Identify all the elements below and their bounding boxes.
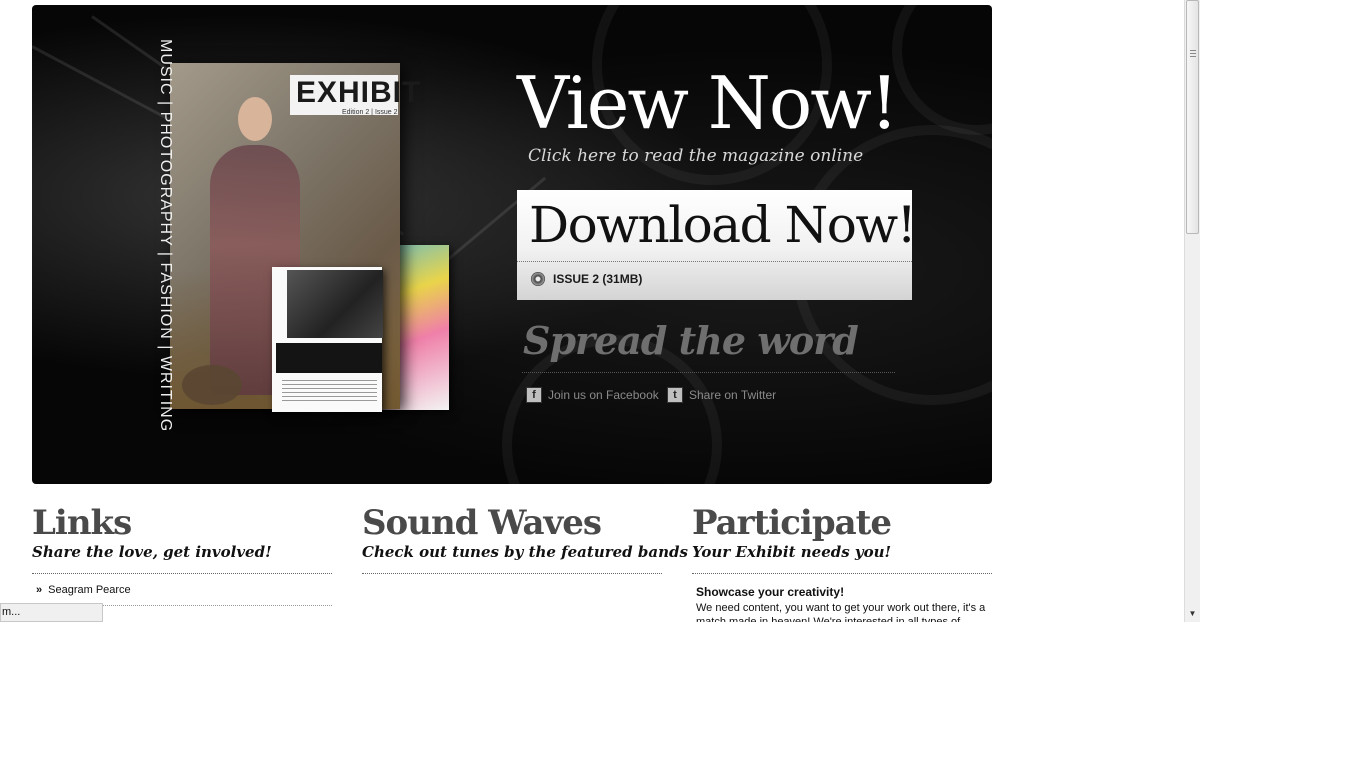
disc-icon (531, 272, 545, 286)
double-chevron-icon: » (36, 584, 43, 596)
cover-hen (182, 365, 242, 405)
grip-line (1190, 50, 1196, 51)
twitter-icon: t (667, 387, 683, 403)
sound-waves-column: Sound Waves Check out tunes by the featu… (362, 503, 688, 574)
spine-label: MUSIC | PHOTOGRAPHY | FASHION | WRITING (157, 39, 174, 433)
spread-the-word-heading: Spread the word (523, 318, 859, 363)
scroll-down-arrow-icon[interactable]: ▼ (1185, 606, 1200, 622)
sound-waves-subtitle: Check out tunes by the featured bands (362, 543, 688, 561)
links-subtitle: Share the love, get involved! (32, 543, 272, 561)
facebook-link[interactable]: f Join us on Facebook (526, 387, 659, 403)
insert-text-lines (282, 380, 377, 404)
scrollbar-thumb[interactable] (1186, 0, 1199, 234)
download-divider (517, 261, 912, 262)
links-title: Links (32, 503, 132, 543)
issue-download-link[interactable]: ISSUE 2 (31MB) (531, 272, 642, 286)
magazine-spine: MUSIC | PHOTOGRAPHY | FASHION | WRITING (153, 39, 177, 432)
facebook-label: Join us on Facebook (548, 388, 659, 402)
grip-line (1190, 56, 1196, 57)
browser-viewport: MUSIC | PHOTOGRAPHY | FASHION | WRITING … (0, 0, 1184, 622)
participate-title: Participate (692, 503, 892, 543)
damask-ornament (892, 5, 992, 135)
hero-banner: MUSIC | PHOTOGRAPHY | FASHION | WRITING … (32, 5, 992, 484)
status-bar: m... (0, 603, 103, 622)
facebook-icon: f (526, 387, 542, 403)
vertical-scrollbar[interactable]: ▼ (1184, 0, 1200, 622)
participate-divider (692, 573, 992, 574)
magazine-edition: Edition 2 | Issue 2 (342, 109, 398, 116)
twitter-link[interactable]: t Share on Twitter (667, 387, 776, 403)
insert-quote-block (276, 343, 382, 373)
spread-divider (522, 372, 895, 373)
sound-waves-title: Sound Waves (362, 503, 602, 543)
issue-label: ISSUE 2 (31MB) (553, 272, 643, 286)
sound-waves-divider (362, 573, 662, 574)
participate-subtitle: Your Exhibit needs you! (692, 543, 892, 561)
link-label[interactable]: Seagram Pearce (48, 584, 131, 596)
insert-photo (287, 270, 383, 338)
twitter-label: Share on Twitter (689, 388, 777, 402)
download-title: Download Now! (529, 196, 917, 254)
participate-column: Participate Your Exhibit needs you! Show… (692, 506, 992, 622)
grip-line (1190, 53, 1196, 54)
download-button[interactable]: Download Now! ISSUE 2 (31MB) (517, 190, 917, 300)
participate-body: We need content, you want to get your wo… (696, 602, 986, 622)
cover-model-head (238, 97, 272, 141)
participate-heading: Showcase your creativity! (696, 585, 845, 599)
view-now-subtitle[interactable]: Click here to read the magazine online (528, 146, 863, 166)
view-now-link[interactable]: View Now! (517, 67, 899, 139)
list-item[interactable]: » Seagram Pearce (32, 574, 332, 606)
links-column: Links Share the love, get involved! » Se… (32, 506, 332, 606)
magazine-logo: EXHIBIT (296, 76, 422, 109)
